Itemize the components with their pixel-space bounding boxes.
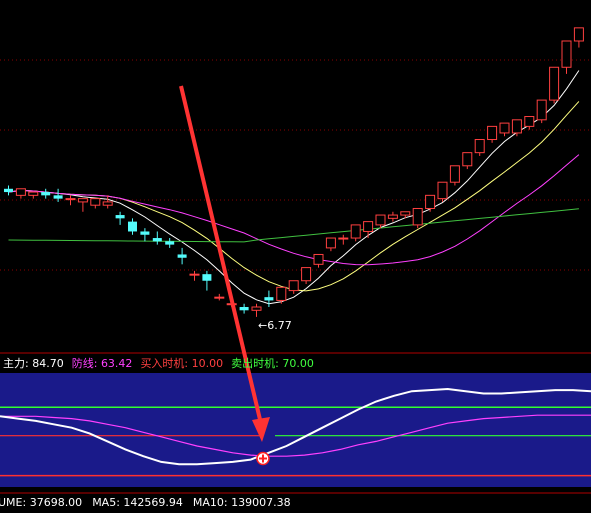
volume-ma5: MA5: 142569.94 — [92, 496, 183, 509]
candle-up — [425, 194, 436, 209]
candle-down — [115, 215, 125, 219]
indicator-panel — [0, 373, 591, 487]
volume-legend: UME: 37698.00 MA5: 142569.94 MA10: 13900… — [0, 496, 291, 512]
candle-up — [350, 224, 361, 239]
candle-up — [288, 280, 299, 292]
candle-up — [338, 237, 349, 240]
candle-down — [140, 231, 150, 235]
chart-canvas: ←6.77 — [0, 27, 591, 494]
defense-label: 防线: — [71, 357, 98, 370]
candle-up — [573, 27, 584, 42]
candle-up — [28, 191, 39, 196]
candle-up — [214, 296, 225, 299]
sell-timing-legend: 卖出时机: 70.00 — [231, 355, 314, 371]
candle-down — [177, 254, 187, 258]
volume-value: UME: 37698.00 — [0, 496, 83, 509]
candle-up — [251, 306, 262, 311]
candle-up — [536, 99, 547, 121]
main-force-value: 84.70 — [32, 357, 64, 370]
buy-timing-value: 10.00 — [191, 357, 224, 370]
candle-up — [387, 214, 398, 219]
candle-up — [375, 214, 386, 226]
candle-up — [524, 116, 535, 127]
candle-down — [41, 192, 51, 196]
candle-up — [363, 221, 374, 232]
main-force-legend: 主力: 84.70 — [3, 355, 64, 371]
candle-down — [165, 241, 175, 245]
candle-up — [325, 237, 336, 249]
candle-up — [313, 253, 324, 265]
buy-timing-legend: 买入时机: 10.00 — [140, 355, 223, 371]
candle-up — [189, 273, 200, 276]
buy-timing-label: 买入时机: — [140, 357, 189, 370]
moving-average-lines — [8, 70, 580, 305]
candle-up — [549, 66, 560, 101]
indicator-legend: 主力: 84.70 防线: 63.42 买入时机: 10.00 卖出时机: 70… — [3, 355, 314, 371]
indicator-panel-bg — [0, 373, 591, 487]
candle-up — [301, 267, 312, 282]
candle-up — [449, 165, 460, 183]
candle-up — [561, 40, 572, 68]
candle-up — [462, 152, 473, 167]
candle-up — [474, 139, 485, 154]
candle-down — [4, 188, 13, 193]
candle-up — [487, 125, 498, 141]
candle-down — [128, 221, 137, 232]
candle-up — [77, 198, 88, 203]
candle-down — [53, 195, 63, 199]
candle-up — [499, 122, 510, 134]
candle-up — [65, 198, 76, 201]
sell-timing-value: 70.00 — [282, 357, 314, 370]
candle-up — [412, 207, 423, 226]
candle-up — [400, 211, 411, 216]
candle-up — [276, 286, 287, 301]
candle-up — [511, 119, 522, 134]
low-price-label: ←6.77 — [258, 319, 292, 332]
ma-green-line — [8, 208, 579, 243]
defense-value: 63.42 — [100, 357, 133, 370]
candle-up — [437, 181, 448, 200]
candlestick-series — [4, 27, 584, 317]
main-force-label: 主力: — [3, 357, 29, 370]
candle-down — [239, 307, 249, 311]
ma-white-line — [8, 70, 580, 305]
ma-magenta-line — [8, 154, 580, 266]
candle-down — [264, 297, 274, 301]
volume-ma10: MA10: 139007.38 — [192, 496, 291, 509]
candle-up — [90, 198, 101, 206]
candle-down — [202, 274, 212, 281]
sell-timing-label: 卖出时机: — [231, 357, 279, 370]
candle-up — [102, 201, 113, 206]
candle-down — [152, 238, 162, 242]
stock-chart-window: ←6.77 主力: 84.70 防线: 63.42 买入时机: 10.00 卖出… — [0, 0, 591, 513]
defense-legend: 防线: 63.42 — [72, 355, 133, 371]
candle-up — [15, 188, 26, 196]
